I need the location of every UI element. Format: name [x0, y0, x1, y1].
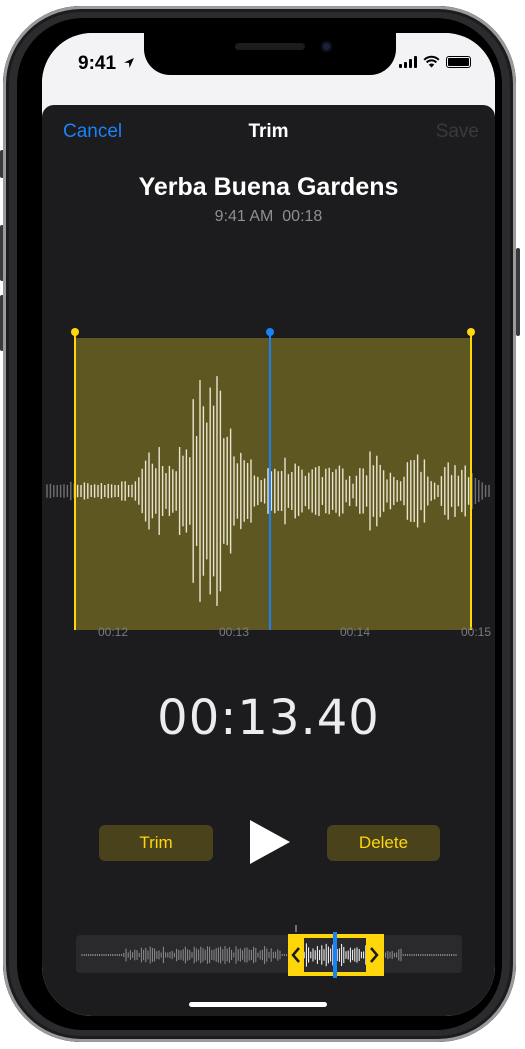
recording-title: Yerba Buena Gardens — [138, 173, 399, 201]
speaker-grille — [235, 43, 305, 50]
battery-icon — [446, 56, 471, 68]
save-button[interactable]: Save — [436, 121, 479, 143]
trim-selection[interactable] — [75, 338, 471, 630]
home-indicator — [189, 1002, 327, 1007]
time-ruler: 00:12 00:13 00:14 00:15 — [42, 625, 495, 645]
screen: 9:41 Cancel Trim Save Yerba Buena Garden… — [42, 33, 495, 1016]
callout-line — [295, 925, 297, 932]
status-time: 9:41 — [78, 53, 135, 75]
elapsed-time: 00:13.40 — [157, 690, 380, 746]
playhead-knob-top[interactable] — [266, 328, 274, 336]
tick-label: 00:12 — [98, 625, 129, 639]
trim-sheet: Cancel Trim Save Yerba Buena Gardens 9:4… — [42, 105, 495, 1016]
nav-bar: Cancel Trim Save — [42, 121, 495, 151]
recording-time: 9:41 AM — [214, 208, 274, 225]
front-camera — [321, 41, 332, 52]
recording-duration: 00:18 — [282, 208, 323, 225]
waveform-editor[interactable] — [42, 295, 495, 630]
overview-handle-right[interactable] — [366, 936, 382, 974]
wifi-icon — [423, 55, 440, 68]
play-icon[interactable] — [250, 820, 290, 864]
tick-label: 00:14 — [340, 625, 371, 639]
signal-icon — [399, 56, 417, 68]
status-time-text: 9:41 — [78, 53, 117, 74]
status-bar: 9:41 — [42, 33, 495, 103]
trim-start-knob-top[interactable] — [71, 328, 79, 336]
trim-end-knob-top[interactable] — [467, 328, 475, 336]
delete-button[interactable]: Delete — [327, 825, 440, 861]
tick-label: 00:15 — [461, 625, 492, 639]
trim-button[interactable]: Trim — [99, 825, 213, 861]
notch — [144, 33, 396, 75]
overview-scrubber[interactable] — [42, 925, 495, 985]
overview-handle-left[interactable] — [288, 936, 304, 974]
tick-label: 00:13 — [219, 625, 250, 639]
side-button — [516, 248, 520, 336]
recording-meta: 9:41 AM 00:18 — [42, 208, 495, 226]
cancel-button[interactable]: Cancel — [63, 121, 122, 143]
status-icons — [399, 55, 471, 68]
location-arrow-icon — [124, 58, 135, 68]
